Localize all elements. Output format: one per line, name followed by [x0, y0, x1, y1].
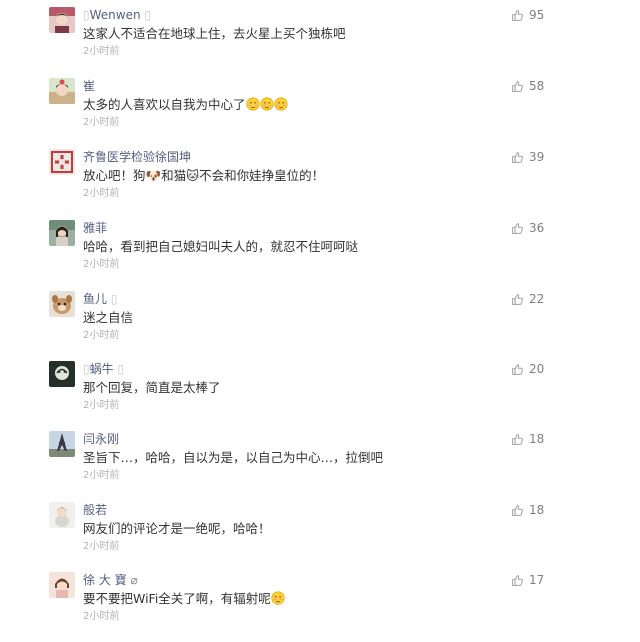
like-button[interactable]: 39 [511, 149, 544, 165]
thumbs-up-icon [511, 433, 524, 446]
username[interactable]: 齐鲁医学检验徐国坤 [83, 150, 191, 164]
username[interactable]: 徐 大 寶 ⌀ [83, 573, 138, 587]
like-count: 39 [529, 150, 545, 164]
thumbs-up-icon [511, 363, 524, 376]
comment-item: 雅菲 哈哈，看到把自己媳妇叫夫人的，就忍不住呵呵哒 2小时前 36 [0, 220, 640, 290]
like-button[interactable]: 58 [511, 78, 544, 94]
like-count: 17 [529, 573, 545, 587]
comment-item: 般若 网友们的评论才是一绝呢，哈哈！ 2小时前 18 [0, 502, 640, 572]
comment-text: 这家人不适合在地球上住，去火星上买个独栋吧 [83, 26, 346, 41]
comment-time: 2小时前 [83, 117, 120, 128]
comment-text: 要不要把WiFi全关了啊，有辐射呢 [83, 591, 285, 607]
dog-emoji-icon: 🐶 [145, 168, 162, 183]
thumbs-up-icon [511, 574, 524, 587]
comment-text: 放心吧！狗🐶和猫🐱不会和你娃挣皇位的！ [83, 168, 325, 183]
avatar[interactable] [49, 220, 75, 246]
cat-emoji-icon: 🐱 [186, 168, 200, 183]
comment-text: 圣旨下…，哈哈，自以为是，以自己为中心…，拉倒吧 [83, 450, 384, 465]
like-count: 95 [529, 8, 545, 22]
username[interactable]: 鱼儿 ▯ [83, 292, 117, 306]
comment-text: 网友们的评论才是一绝呢，哈哈！ [83, 521, 271, 536]
thumbs-up-icon [511, 504, 524, 517]
comment-time: 2小时前 [83, 400, 120, 411]
comment-item: 鱼儿 ▯ 迷之自信 2小时前 22 [0, 291, 640, 361]
comment-item: 闫永刚 圣旨下…，哈哈，自以为是，以自己为中心…，拉倒吧 2小时前 18 [0, 431, 640, 501]
blush-emoji-icon [260, 97, 274, 111]
like-button[interactable]: 22 [511, 291, 544, 307]
like-button[interactable]: 20 [511, 361, 544, 377]
comment-item: 齐鲁医学检验徐国坤 放心吧！狗🐶和猫🐱不会和你娃挣皇位的！ 2小时前 39 [0, 149, 640, 219]
thumbs-up-icon [511, 151, 524, 164]
username[interactable]: 崔 [83, 79, 95, 93]
like-count: 36 [529, 221, 545, 235]
comment-text: 迷之自信 [83, 310, 134, 325]
avatar[interactable] [49, 361, 75, 387]
username[interactable]: ▯蜗牛 ▯ [83, 362, 124, 376]
like-button[interactable]: 18 [511, 431, 544, 447]
thumbs-up-icon [511, 222, 524, 235]
avatar[interactable] [49, 572, 75, 598]
thumbs-up-icon [511, 293, 524, 306]
blush-emoji-icon [271, 591, 285, 605]
like-count: 22 [529, 292, 545, 306]
username[interactable]: ▯Wenwen ▯ [83, 8, 151, 22]
thumbs-up-icon [511, 80, 524, 93]
leaf-icon: ⌀ [126, 573, 138, 587]
comment-item: 崔 太多的人喜欢以自我为中心了 2小时前 58 [0, 78, 640, 148]
like-count: 20 [529, 362, 545, 376]
comment-item: ▯蜗牛 ▯ 那个回复，简直是太棒了 2小时前 20 [0, 361, 640, 431]
avatar[interactable] [49, 291, 75, 317]
username[interactable]: 雅菲 [83, 221, 107, 235]
comment-text: 那个回复，简直是太棒了 [83, 380, 221, 395]
like-button[interactable]: 95 [511, 7, 544, 23]
avatar[interactable] [49, 78, 75, 104]
like-count: 58 [529, 79, 545, 93]
avatar[interactable] [49, 502, 75, 528]
like-count: 18 [529, 503, 545, 517]
like-button[interactable]: 17 [511, 572, 544, 588]
comment-item: 徐 大 寶 ⌀ 要不要把WiFi全关了啊，有辐射呢 2小时前 17 [0, 572, 640, 642]
comment-text: 哈哈，看到把自己媳妇叫夫人的，就忍不住呵呵哒 [83, 239, 359, 254]
like-count: 18 [529, 432, 545, 446]
comment-time: 2小时前 [83, 470, 120, 481]
comment-time: 2小时前 [83, 188, 120, 199]
comment-time: 2小时前 [83, 611, 120, 622]
comment-time: 2小时前 [83, 541, 120, 552]
avatar[interactable] [49, 431, 75, 457]
blush-emoji-icon [246, 97, 260, 111]
like-button[interactable]: 18 [511, 502, 544, 518]
avatar[interactable] [49, 149, 75, 175]
comment-item: ▯Wenwen ▯ 这家人不适合在地球上住，去火星上买个独栋吧 2小时前 95 [0, 7, 640, 77]
comment-time: 2小时前 [83, 330, 120, 341]
thumbs-up-icon [511, 9, 524, 22]
username[interactable]: 闫永刚 [83, 432, 119, 446]
avatar[interactable] [49, 7, 75, 33]
like-button[interactable]: 36 [511, 220, 544, 236]
comment-time: 2小时前 [83, 259, 120, 270]
comment-text: 太多的人喜欢以自我为中心了 [83, 97, 288, 113]
comment-time: 2小时前 [83, 46, 120, 57]
blush-emoji-icon [274, 97, 288, 111]
username[interactable]: 般若 [83, 503, 107, 517]
